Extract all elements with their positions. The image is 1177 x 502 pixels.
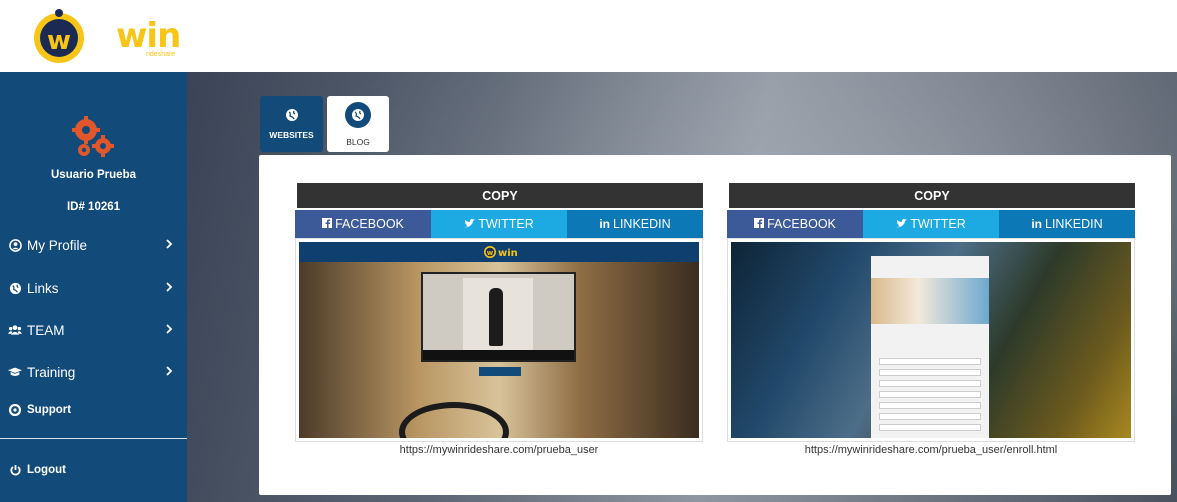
video-player[interactable] xyxy=(421,272,576,362)
brand-name: win xyxy=(116,16,181,56)
win-logo-icon: w win xyxy=(484,246,518,259)
facebook-share-button[interactable]: FACEBOOK xyxy=(295,210,431,238)
globe-icon xyxy=(285,109,298,121)
sidebar-item-team[interactable]: TEAM xyxy=(0,315,187,345)
win-logo[interactable]: w win rideshare xyxy=(26,6,181,66)
sidebar-divider xyxy=(0,438,187,439)
chevron-right-icon xyxy=(166,366,173,376)
form-field xyxy=(879,413,981,420)
video-figure xyxy=(489,288,503,346)
globe-icon xyxy=(345,102,371,128)
share-label: FACEBOOK xyxy=(335,217,404,231)
top-header: w win rideshare xyxy=(0,0,1177,72)
sidebar-item-label: Training xyxy=(27,364,76,380)
win-logo-icon: w xyxy=(34,9,84,63)
preview-header-bar: w win xyxy=(299,242,699,262)
linkedin-icon: in xyxy=(1031,217,1042,231)
share-label: LINKEDIN xyxy=(1045,217,1103,231)
facebook-icon xyxy=(322,217,333,231)
graduation-cap-icon xyxy=(8,365,22,379)
sidebar-item-label: TEAM xyxy=(27,322,65,338)
chevron-right-icon xyxy=(166,282,173,292)
sidebar-item-links[interactable]: Links xyxy=(0,273,187,303)
tab-label: WEBSITES xyxy=(269,130,314,140)
website-preview-image[interactable] xyxy=(727,238,1135,442)
linkedin-icon: in xyxy=(599,217,610,231)
linkedin-share-button[interactable]: in LINKEDIN xyxy=(567,210,703,238)
sidebar-item-label: Support xyxy=(27,404,72,416)
website-url[interactable]: https://mywinrideshare.com/prueba_user/e… xyxy=(727,444,1135,456)
share-label: LINKEDIN xyxy=(613,217,671,231)
twitter-share-button[interactable]: TWITTER xyxy=(863,210,999,238)
sidebar: Usuario Prueba ID# 10261 My Profile Link… xyxy=(0,72,187,502)
user-name: Usuario Prueba xyxy=(51,169,136,181)
tab-label: BLOG xyxy=(346,137,370,147)
video-controls xyxy=(423,350,574,360)
preview-driver-scene: w win xyxy=(299,242,699,438)
brand-tagline: rideshare xyxy=(146,51,176,58)
website-url[interactable]: https://mywinrideshare.com/prueba_user xyxy=(295,444,703,456)
globe-icon xyxy=(8,281,22,295)
sidebar-item-my-profile[interactable]: My Profile xyxy=(0,230,187,260)
sidebar-item-label: Links xyxy=(27,280,59,296)
copy-button[interactable]: COPY xyxy=(729,183,1135,208)
form-field xyxy=(879,424,981,431)
share-label: FACEBOOK xyxy=(767,217,836,231)
svg-text:w: w xyxy=(487,249,494,257)
enroll-form-mockup xyxy=(871,256,989,438)
twitter-share-button[interactable]: TWITTER xyxy=(431,210,567,238)
linkedin-share-button[interactable]: in LINKEDIN xyxy=(999,210,1135,238)
gears-avatar-icon xyxy=(72,116,114,157)
user-circle-icon xyxy=(8,238,22,252)
share-label: TWITTER xyxy=(910,217,966,231)
power-icon xyxy=(8,463,22,477)
woman-photo xyxy=(871,278,989,324)
twitter-icon xyxy=(464,217,476,231)
copy-button[interactable]: COPY xyxy=(297,183,703,208)
share-buttons: FACEBOOK TWITTER in LINKEDIN xyxy=(295,210,703,238)
preview-enroll-page xyxy=(731,242,1131,438)
logout-label: Logout xyxy=(27,464,66,476)
form-field xyxy=(879,380,981,387)
chevron-right-icon xyxy=(166,324,173,334)
enroll-now-button xyxy=(479,367,521,376)
secure-server-banner xyxy=(871,256,989,278)
svg-text:w: w xyxy=(47,26,71,56)
share-label: TWITTER xyxy=(478,217,534,231)
form-field xyxy=(879,358,981,365)
sidebar-item-support[interactable]: Support xyxy=(0,395,187,425)
logout-button[interactable]: Logout xyxy=(0,455,187,485)
form-field xyxy=(879,402,981,409)
tab-blog[interactable]: BLOG xyxy=(327,96,389,152)
share-buttons: FACEBOOK TWITTER in LINKEDIN xyxy=(727,210,1135,238)
life-ring-icon xyxy=(8,403,22,417)
form-field xyxy=(879,369,981,376)
svg-text:win: win xyxy=(498,248,518,259)
sidebar-item-training[interactable]: Training xyxy=(0,357,187,387)
website-preview-image[interactable]: w win xyxy=(295,238,703,442)
user-id: ID# 10261 xyxy=(66,201,121,213)
steering-wheel xyxy=(399,402,509,438)
form-field xyxy=(879,391,981,398)
tab-websites[interactable]: WEBSITES xyxy=(260,96,323,152)
sidebar-item-label: My Profile xyxy=(27,237,88,253)
chevron-right-icon xyxy=(166,239,173,249)
facebook-share-button[interactable]: FACEBOOK xyxy=(727,210,863,238)
users-icon xyxy=(8,323,22,337)
twitter-icon xyxy=(896,217,908,231)
facebook-icon xyxy=(754,217,765,231)
